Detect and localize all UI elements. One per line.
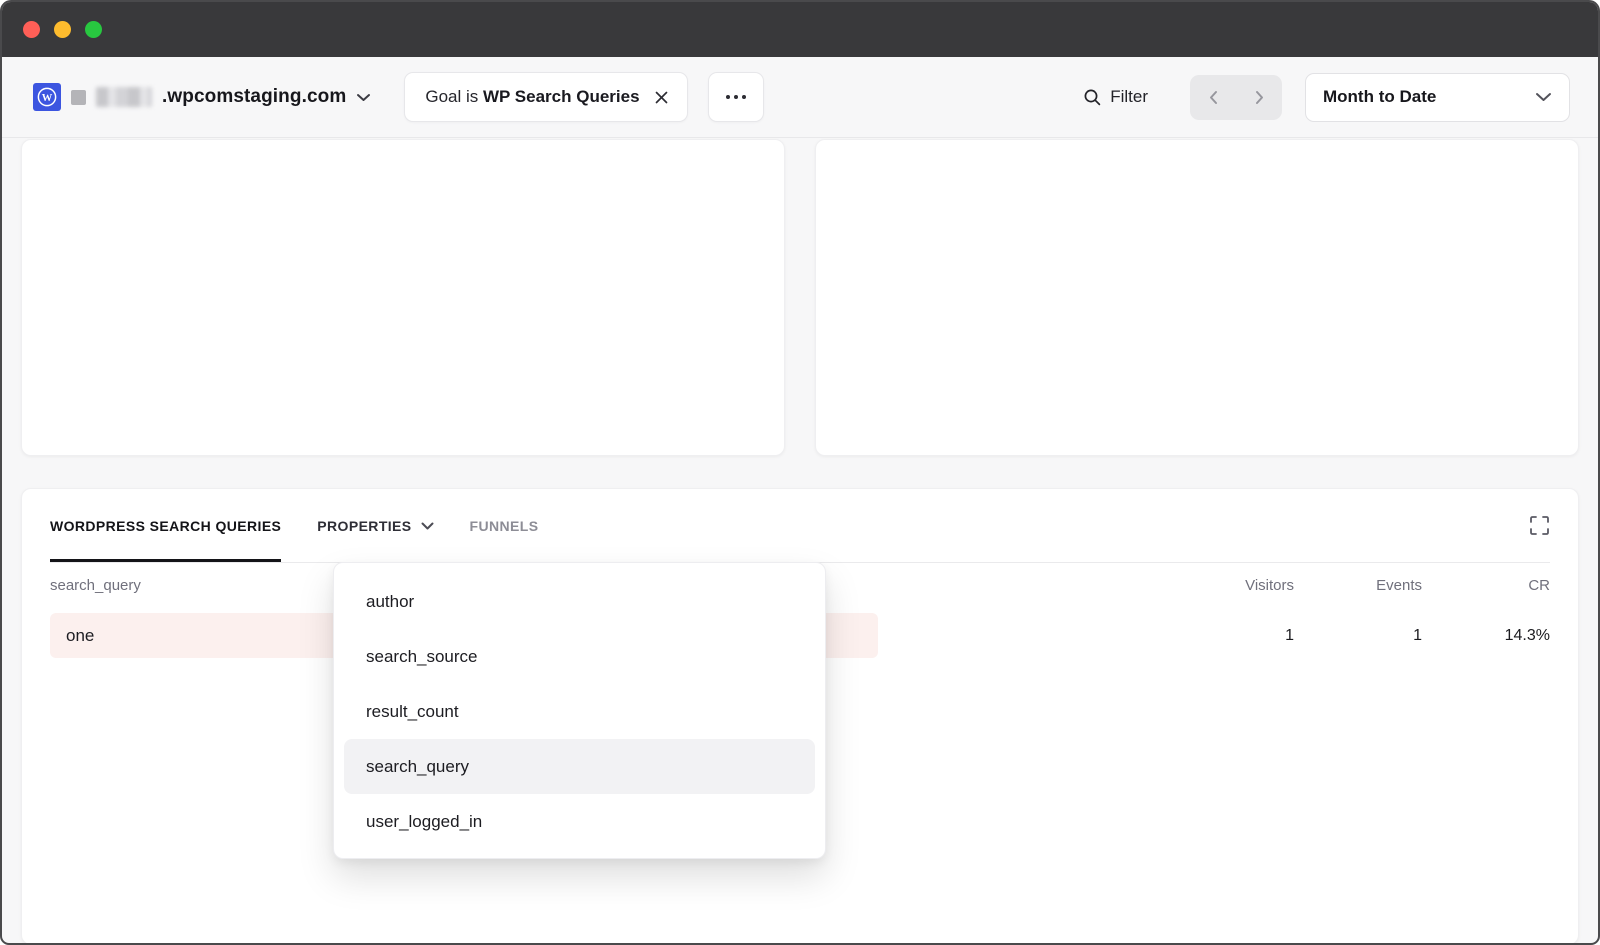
filter-button[interactable]: Filter bbox=[1083, 87, 1148, 107]
chart-cards-row bbox=[21, 139, 1579, 456]
chevron-down-icon bbox=[421, 522, 434, 530]
chevron-down-icon bbox=[356, 93, 371, 102]
row-query-label: one bbox=[66, 626, 94, 646]
date-range-select[interactable]: Month to Date bbox=[1305, 73, 1570, 122]
row-events-value: 1 bbox=[1294, 627, 1422, 645]
more-filters-button[interactable] bbox=[708, 72, 764, 122]
minimize-window-button[interactable] bbox=[54, 21, 71, 38]
svg-text:W: W bbox=[42, 93, 53, 104]
date-range-value: Month to Date bbox=[1323, 87, 1436, 107]
site-domain: .wpcomstaging.com bbox=[162, 86, 346, 108]
zoom-window-button[interactable] bbox=[85, 21, 102, 38]
expand-card-button[interactable] bbox=[1529, 515, 1550, 536]
column-header-cr: CR bbox=[1422, 577, 1550, 594]
row-visitors-value: 1 bbox=[1166, 627, 1294, 645]
window-controls bbox=[23, 21, 102, 38]
site-favicon-placeholder bbox=[71, 90, 86, 105]
tab-funnels[interactable]: FUNNELS bbox=[470, 489, 539, 562]
menu-item-result-count[interactable]: result_count bbox=[344, 684, 815, 739]
app-window: W .wpcomstaging.com Goal is WP Search Qu… bbox=[0, 0, 1600, 945]
site-name-redacted bbox=[96, 87, 152, 107]
breakdown-tabs: WORDPRESS SEARCH QUERIES PROPERTIES FUNN… bbox=[50, 489, 1550, 563]
remove-filter-button[interactable] bbox=[654, 90, 669, 105]
chevron-left-icon bbox=[1209, 90, 1218, 105]
goal-filter-pill[interactable]: Goal is WP Search Queries bbox=[404, 72, 687, 122]
row-cr-value: 14.3% bbox=[1422, 627, 1550, 645]
chart-card-left bbox=[21, 139, 785, 456]
chart-card-right bbox=[815, 139, 1579, 456]
fullscreen-icon bbox=[1529, 515, 1550, 536]
main-content: WORDPRESS SEARCH QUERIES PROPERTIES FUNN… bbox=[2, 139, 1598, 945]
header-bar: W .wpcomstaging.com Goal is WP Search Qu… bbox=[2, 57, 1598, 138]
wordpress-logo-icon: W bbox=[33, 83, 61, 111]
menu-item-author[interactable]: author bbox=[344, 574, 815, 629]
properties-dropdown-menu: author search_source result_count search… bbox=[333, 562, 826, 859]
chevron-right-icon bbox=[1255, 90, 1264, 105]
menu-item-user-logged-in[interactable]: user_logged_in bbox=[344, 794, 815, 849]
menu-item-search-query[interactable]: search_query bbox=[344, 739, 815, 794]
ellipsis-icon bbox=[726, 95, 730, 99]
close-window-button[interactable] bbox=[23, 21, 40, 38]
previous-period-button[interactable] bbox=[1190, 75, 1236, 120]
next-period-button[interactable] bbox=[1236, 75, 1282, 120]
search-icon bbox=[1083, 88, 1102, 107]
close-icon bbox=[654, 90, 669, 105]
menu-item-search-source[interactable]: search_source bbox=[344, 629, 815, 684]
date-nav-arrows bbox=[1190, 75, 1282, 120]
tab-wordpress-search-queries[interactable]: WORDPRESS SEARCH QUERIES bbox=[50, 489, 281, 562]
site-selector[interactable]: W .wpcomstaging.com bbox=[33, 83, 371, 111]
filter-label: Filter bbox=[1110, 87, 1148, 107]
goal-filter-text: Goal is WP Search Queries bbox=[425, 87, 639, 107]
title-bar bbox=[2, 2, 1598, 57]
chevron-down-icon bbox=[1535, 92, 1552, 102]
column-header-events: Events bbox=[1294, 577, 1422, 594]
breakdown-card: WORDPRESS SEARCH QUERIES PROPERTIES FUNN… bbox=[21, 488, 1579, 945]
column-header-visitors: Visitors bbox=[1166, 577, 1294, 594]
tab-properties[interactable]: PROPERTIES bbox=[317, 489, 433, 562]
